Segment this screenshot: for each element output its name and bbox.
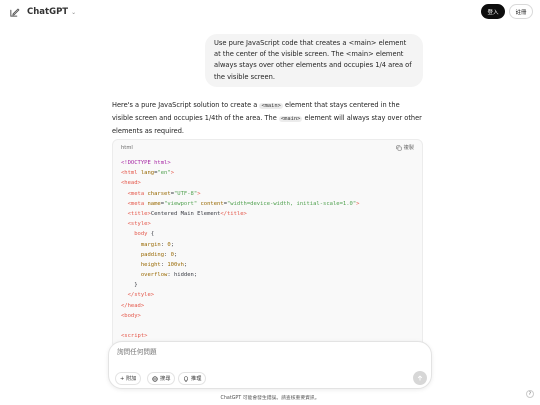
code-token: overflow <box>121 272 168 279</box>
code-token: Centered Main Element <box>150 210 221 217</box>
chevron-down-icon: ⌄ <box>71 8 77 16</box>
code-line: </style> <box>121 290 414 300</box>
code-line: <body> <box>121 311 414 321</box>
code-token: ; <box>173 251 178 258</box>
code-token: : <box>167 272 174 279</box>
attach-label: + 附加 <box>120 376 137 382</box>
code-line: <head> <box>121 178 414 188</box>
code-line: </head> <box>121 301 414 311</box>
send-button[interactable] <box>413 371 427 385</box>
code-token: ; <box>183 261 188 268</box>
code-line: <script> <box>121 331 414 341</box>
code-token: content <box>197 200 224 207</box>
intro-text-1: Here's a pure JavaScript solution to cre… <box>112 101 260 109</box>
code-line: body { <box>121 229 414 239</box>
code-line: <html lang="en"> <box>121 168 414 178</box>
code-line: <style> <box>121 219 414 229</box>
code-token: padding <box>121 251 165 258</box>
code-token: ; <box>170 241 174 248</box>
code-token: > <box>170 170 174 177</box>
arrow-up-icon <box>417 375 423 381</box>
help-button[interactable]: ? <box>526 390 534 398</box>
user-message: Use pure JavaScript code that creates a … <box>205 34 423 87</box>
code-block: html 複製 <!DOCTYPE html> <html lang="en"> <… <box>112 139 423 349</box>
code-token: charset <box>147 190 171 197</box>
model-selector[interactable]: ChatGPT ⌄ <box>27 7 76 17</box>
code-line: <title>Centered Main Element</title> <box>121 209 414 219</box>
code-line: <!DOCTYPE html> <box>121 158 414 168</box>
code-line: margin: 0; <box>121 240 414 250</box>
inline-code-main: <main> <box>259 103 283 109</box>
inline-code-main-2: <main> <box>278 116 303 122</box>
code-token: "UTF-8" <box>174 190 198 197</box>
code-token: ; <box>193 272 198 279</box>
code-token: 100vh <box>167 261 184 268</box>
brand-title: ChatGPT <box>27 7 69 17</box>
new-chat-icon[interactable] <box>9 7 20 18</box>
copy-button[interactable]: 複製 <box>396 144 414 151</box>
code-line: overflow: hidden; <box>121 270 414 280</box>
code-token: lang <box>140 170 155 177</box>
code-token: <meta <box>121 190 148 197</box>
copy-icon <box>396 144 402 151</box>
code-token: "width=device-width, initial-scale=1.0" <box>227 200 357 207</box>
code-token: > <box>356 200 360 207</box>
code-token: } <box>121 282 138 289</box>
login-button[interactable]: 登入 <box>481 4 505 19</box>
code-line: <meta name="viewport" content="width=dev… <box>121 199 414 209</box>
code-language: html <box>121 144 133 151</box>
prompt-input[interactable] <box>117 348 407 356</box>
globe-icon <box>152 375 158 382</box>
attach-button[interactable]: + 附加 <box>115 372 142 385</box>
reason-button[interactable]: 推理 <box>178 372 207 385</box>
code-line: } <box>121 280 414 290</box>
code-token: </head> <box>121 302 145 309</box>
code-token: : <box>164 251 171 258</box>
code-token: <script> <box>121 333 148 340</box>
code-token: hidden <box>173 272 194 279</box>
code-line: <meta charset="UTF-8"> <box>121 189 414 199</box>
code-token: "viewport" <box>164 200 198 207</box>
lightbulb-icon <box>184 375 188 382</box>
top-bar: ChatGPT ⌄ 登入 註冊 <box>0 0 540 26</box>
code-line: height: 100vh; <box>121 260 414 270</box>
code-token: <html <box>121 170 141 177</box>
code-token: margin <box>121 241 161 248</box>
footer-disclaimer: ChatGPT 可能會發生錯誤。請查核重要資訊。 <box>220 396 320 401</box>
copy-label: 複製 <box>403 145 414 151</box>
code-token: </title> <box>220 210 247 217</box>
code-token: <head> <box>121 180 141 187</box>
code-token: <body> <box>121 312 141 319</box>
code-line: padding: 0; <box>121 250 414 260</box>
code-token: <!DOCTYPE html> <box>121 160 171 166</box>
signup-button[interactable]: 註冊 <box>509 4 533 19</box>
code-token: > <box>197 190 201 197</box>
code-block-header: html 複製 <box>113 140 422 155</box>
assistant-intro: Here's a pure JavaScript solution to cre… <box>112 99 422 137</box>
code-token: body <box>121 231 151 238</box>
code-token: { <box>150 231 155 238</box>
search-button[interactable]: 搜尋 <box>147 372 176 385</box>
code-token: <style> <box>121 221 151 228</box>
code-token: </style> <box>121 292 155 299</box>
search-label: 搜尋 <box>160 376 171 382</box>
code-token: name <box>147 200 161 207</box>
code-content: <!DOCTYPE html> <html lang="en"> <head> <m… <box>113 155 422 344</box>
code-token: height <box>121 261 161 268</box>
composer: + 附加 搜尋 推理 <box>108 341 432 389</box>
code-token: <title> <box>121 210 151 217</box>
code-token: "en" <box>157 170 171 177</box>
reason-label: 推理 <box>191 376 202 382</box>
code-token: <meta <box>121 200 148 207</box>
